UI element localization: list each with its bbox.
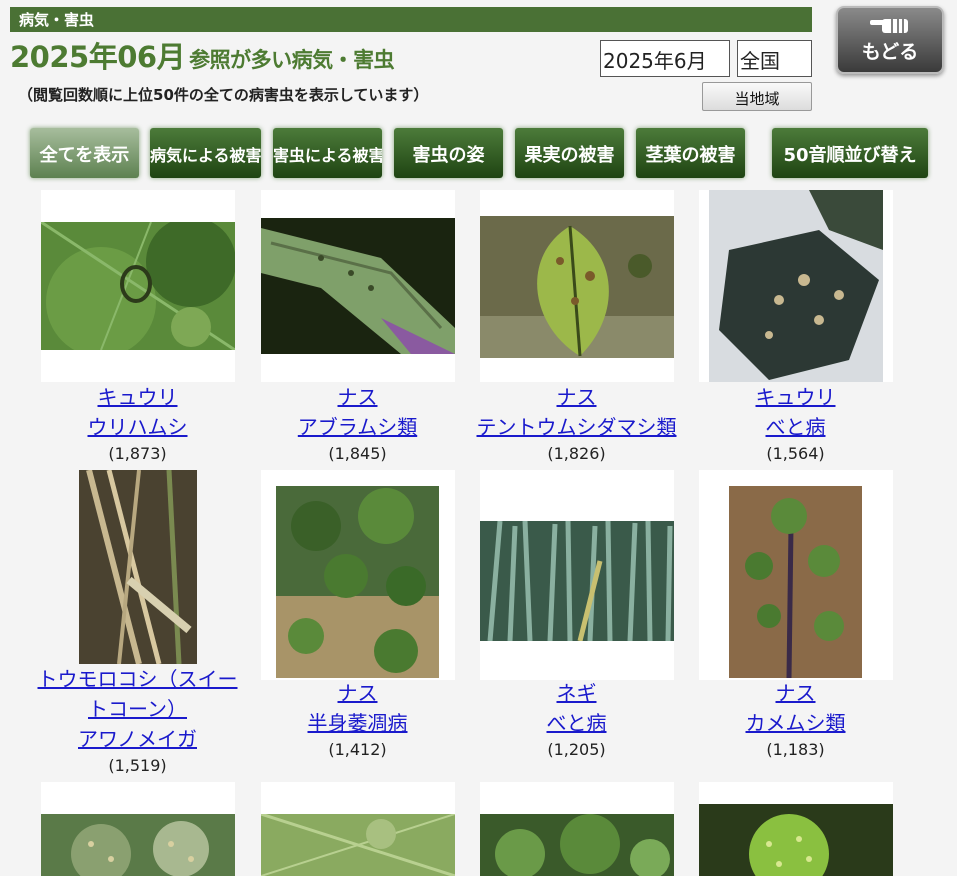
- crop-link-line1[interactable]: トウモロコシ（スイー: [28, 664, 247, 694]
- month-select[interactable]: 2025年6月: [600, 40, 730, 77]
- thumbnail-image[interactable]: [699, 782, 893, 876]
- pest-link[interactable]: ウリハムシ: [28, 412, 247, 442]
- pest-link[interactable]: べと病: [686, 412, 905, 442]
- pointing-hand-icon: [870, 19, 908, 33]
- pest-link[interactable]: アブラムシ類: [248, 412, 467, 442]
- filter-fruit-damage-button[interactable]: 果実の被害: [515, 128, 624, 178]
- crop-link[interactable]: ナス: [248, 678, 467, 708]
- thumbnail-image[interactable]: [699, 470, 893, 680]
- back-button-label: もどる: [861, 41, 919, 63]
- section-header: 病気・害虫: [10, 7, 812, 32]
- thumbnail-image[interactable]: [261, 782, 455, 876]
- crop-link[interactable]: キュウリ: [686, 382, 905, 412]
- thumbnail-image[interactable]: [480, 470, 674, 680]
- filter-all-button[interactable]: 全てを表示: [30, 128, 139, 178]
- crop-link[interactable]: ナス: [686, 678, 905, 708]
- view-count: (1,845): [328, 444, 387, 463]
- thumbnail-image[interactable]: [699, 190, 893, 382]
- page-title: 2025年06月 参照が多い病気・害虫: [10, 34, 395, 76]
- view-count: (1,519): [108, 756, 167, 775]
- view-count: (1,183): [766, 740, 825, 759]
- view-count: (1,826): [547, 444, 606, 463]
- area-select[interactable]: 全国: [737, 40, 812, 77]
- thumbnail-image[interactable]: [41, 190, 235, 382]
- sort-kana-button[interactable]: 50音順並び替え: [772, 128, 928, 178]
- crop-link[interactable]: ナス: [248, 382, 467, 412]
- local-area-button[interactable]: 当地域: [702, 82, 812, 111]
- title-subtitle: 参照が多い病気・害虫: [189, 48, 395, 72]
- view-count: (1,205): [547, 740, 606, 759]
- crop-link[interactable]: キュウリ: [28, 382, 247, 412]
- thumbnail-image[interactable]: [41, 470, 235, 664]
- filter-leaf-damage-button[interactable]: 茎葉の被害: [636, 128, 745, 178]
- crop-link[interactable]: ネギ: [467, 678, 686, 708]
- filter-disease-button[interactable]: 病気による被害: [150, 128, 261, 178]
- crop-link-line2[interactable]: トコーン）: [28, 694, 247, 724]
- pest-link[interactable]: カメムシ類: [686, 708, 905, 738]
- page-note: （閲覧回数順に上位50件の全ての病害虫を表示しています）: [18, 86, 429, 104]
- view-count: (1,412): [328, 740, 387, 759]
- pest-link[interactable]: テントウムシダマシ類: [467, 412, 686, 442]
- pest-link[interactable]: アワノメイガ: [28, 724, 247, 754]
- thumbnail-image[interactable]: [480, 190, 674, 382]
- filter-pest-button[interactable]: 害虫による被害: [273, 128, 382, 178]
- pest-link[interactable]: べと病: [467, 708, 686, 738]
- thumbnail-image[interactable]: [480, 782, 674, 876]
- crop-link[interactable]: ナス: [467, 382, 686, 412]
- pest-link[interactable]: 半身萎凋病: [248, 708, 467, 738]
- back-button[interactable]: もどる: [836, 6, 944, 74]
- thumbnail-image[interactable]: [261, 470, 455, 680]
- thumbnail-image[interactable]: [41, 782, 235, 876]
- view-count: (1,564): [766, 444, 825, 463]
- thumbnail-image[interactable]: [261, 190, 455, 382]
- title-date: 2025年06月: [10, 40, 186, 74]
- filter-pest-appearance-button[interactable]: 害虫の姿: [394, 128, 503, 178]
- view-count: (1,873): [108, 444, 167, 463]
